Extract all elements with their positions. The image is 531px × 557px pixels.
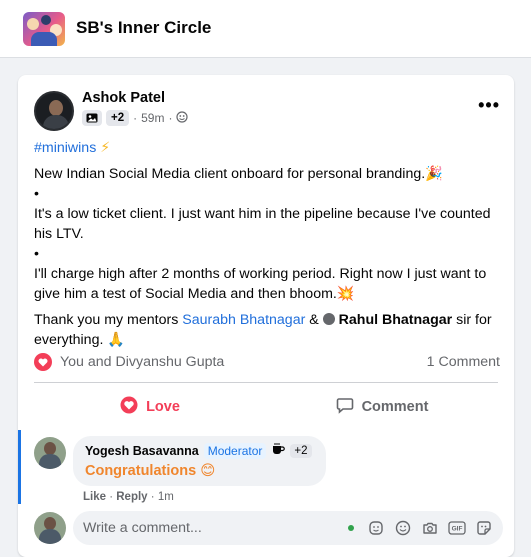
comment-icon <box>336 396 354 418</box>
commenter-badge-extra[interactable]: +2 <box>290 443 312 458</box>
bullet: • <box>34 186 39 202</box>
like-link[interactable]: Like <box>83 491 106 503</box>
image-badge-icon[interactable] <box>82 110 102 126</box>
thread-indicator <box>18 430 21 504</box>
post-line-3: I'll charge high after 2 months of worki… <box>34 266 487 302</box>
badge-extra[interactable]: +2 <box>106 110 130 126</box>
comment-composer: GIF <box>73 511 503 545</box>
post-time[interactable]: 59m <box>141 111 164 125</box>
bullet: • <box>34 246 39 262</box>
comment-button[interactable]: Comment <box>266 390 498 424</box>
author-avatar[interactable] <box>34 91 74 131</box>
my-avatar[interactable] <box>34 512 66 544</box>
love-label: Love <box>146 399 180 415</box>
author-name[interactable]: Ashok Patel <box>82 90 165 106</box>
comment-count[interactable]: 1 Comment <box>427 354 500 370</box>
verified-icon <box>322 313 335 325</box>
post-line-1: New Indian Social Media client onboard f… <box>34 166 426 182</box>
party-emoji: 🎉 <box>425 166 443 182</box>
smile-emoji: 😊 <box>200 463 216 479</box>
post-meta: +2 · 59m · <box>82 110 189 126</box>
commenter-avatar[interactable] <box>34 437 66 469</box>
comment-bubble: Yogesh Basavanna Moderator +2 Congratula… <box>73 436 326 486</box>
comment-time[interactable]: 1m <box>158 491 174 503</box>
thanks-prefix: Thank you my mentors <box>34 312 179 328</box>
comment-text: Congratulations 😊 <box>85 463 314 479</box>
sticker-icon[interactable] <box>475 519 493 537</box>
emoji-icon[interactable] <box>394 519 412 537</box>
avatar-sticker-icon[interactable] <box>367 519 385 537</box>
post-body: #miniwins ⚡ New Indian Social Media clie… <box>34 138 504 350</box>
group-header: SB's Inner Circle <box>0 0 531 58</box>
boom-emoji: 💥 <box>336 286 355 302</box>
comment-meta: Like · Reply · 1m <box>83 491 174 503</box>
action-bar: Love Comment <box>34 390 498 424</box>
separator-dot: · <box>133 111 138 125</box>
camera-icon[interactable] <box>421 519 439 537</box>
post-line-2: It's a low ticket client. I just want hi… <box>34 206 491 242</box>
coffee-badge-icon[interactable] <box>271 442 286 459</box>
comment-label: Comment <box>361 399 429 415</box>
moderator-badge[interactable]: Moderator <box>203 442 267 459</box>
group-avatar[interactable] <box>23 12 65 46</box>
ampersand: & <box>309 312 319 328</box>
post-card: Ashok Patel +2 · 59m · ••• #miniwins ⚡ N… <box>18 75 514 557</box>
mention-mentor-1[interactable]: Saurabh Bhatnagar <box>182 312 305 328</box>
reply-link[interactable]: Reply <box>116 491 147 503</box>
heart-icon <box>120 396 138 418</box>
group-title[interactable]: SB's Inner Circle <box>76 18 211 38</box>
more-icon[interactable]: ••• <box>478 95 500 116</box>
online-dot <box>348 525 354 531</box>
reactors[interactable]: You and Divyanshu Gupta <box>60 354 224 370</box>
heart-icon[interactable] <box>34 353 52 371</box>
reactions-bar: You and Divyanshu Gupta 1 Comment <box>34 353 500 371</box>
comment-text-value: Congratulations <box>85 463 197 479</box>
mention-mentor-2[interactable]: Rahul Bhatnagar <box>339 312 453 328</box>
divider <box>34 382 498 383</box>
gif-icon[interactable]: GIF <box>448 519 466 537</box>
lightning-emoji: ⚡ <box>100 140 111 156</box>
commenter-name[interactable]: Yogesh Basavanna <box>85 444 199 458</box>
pray-emoji: 🙏 <box>107 332 126 348</box>
hashtag-link[interactable]: #miniwins <box>34 140 96 156</box>
separator-dot: · <box>168 111 173 125</box>
love-button[interactable]: Love <box>34 390 266 424</box>
audience-icon <box>176 110 189 126</box>
svg-text:GIF: GIF <box>452 526 463 533</box>
comment-input[interactable] <box>83 520 333 536</box>
